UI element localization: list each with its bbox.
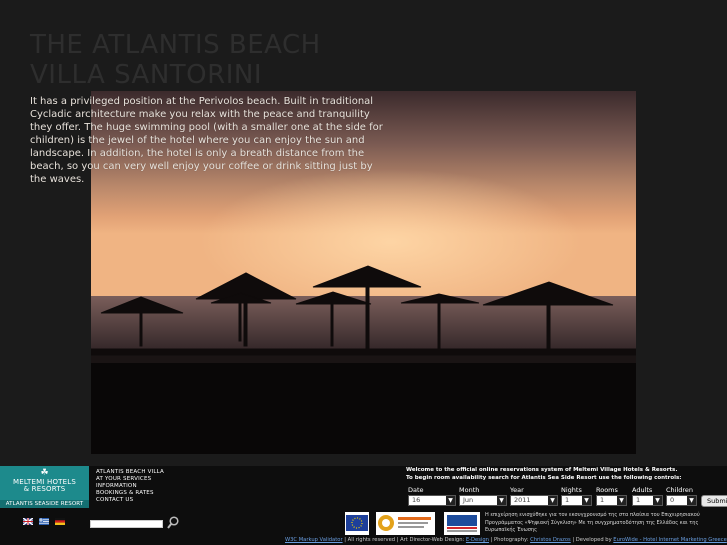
nav-item-information[interactable]: INFORMATION	[96, 483, 164, 490]
chevron-down-icon: ▼	[617, 496, 626, 505]
nav-item-contact-us[interactable]: CONTACT US	[96, 497, 164, 504]
w3c-validator-link[interactable]: W3C Markup Validator	[285, 537, 343, 543]
german-flag-icon[interactable]	[55, 518, 65, 525]
adults-select[interactable]: 1 ▼	[632, 495, 663, 506]
espa-logo-icon	[444, 512, 480, 535]
year-select[interactable]: 2011 ▼	[510, 495, 558, 506]
logo-strip: ATLANTIS SEASIDE RESORT	[0, 500, 89, 508]
photographer-link[interactable]: Christos Drazos	[530, 537, 571, 543]
year-select-value: 2011	[514, 496, 531, 504]
chevron-down-icon: ▼	[446, 496, 455, 505]
adults-select-value: 1	[636, 496, 641, 504]
intro-paragraph: It has a privileged position at the Peri…	[30, 96, 383, 185]
booking-welcome: Welcome to the official online reservati…	[406, 467, 678, 473]
developer-label: | Developed by	[570, 537, 614, 543]
rights-text: | All rights reserved | Art Director-Web…	[342, 537, 466, 543]
booking-instructions: To begin room availability search for At…	[406, 474, 682, 481]
label-rooms: Rooms	[596, 486, 618, 494]
brand-logo[interactable]: ☘ MELTEMI HOTELS & RESORTS ATLANTIS SEAS…	[0, 466, 89, 508]
credits-bar: W3C Markup Validator | All rights reserv…	[0, 536, 727, 545]
nights-select[interactable]: 1 ▼	[561, 495, 592, 506]
developer-link[interactable]: EuroWide - Hotel Internet Marketing Gree…	[613, 537, 726, 543]
label-date: Date	[408, 486, 424, 494]
label-year: Year	[510, 486, 524, 494]
funding-notice: Η επιχείρηση ενισχύθηκε για τον εκσυγχρο…	[485, 512, 700, 533]
children-select[interactable]: 0 ▼	[666, 495, 697, 506]
label-adults: Adults	[632, 486, 653, 494]
english-flag-icon[interactable]	[23, 518, 33, 525]
chevron-down-icon: ▼	[548, 496, 557, 505]
month-select-value: Jun	[463, 496, 474, 504]
greek-flag-icon[interactable]	[39, 518, 49, 525]
month-select[interactable]: Jun ▼	[459, 495, 507, 506]
label-children: Children	[666, 486, 694, 494]
rooms-select[interactable]: 1 ▼	[596, 495, 627, 506]
submit-button[interactable]: Submit	[701, 495, 727, 507]
title-line-2: VILLA SANTORINI	[30, 60, 262, 90]
magnifier-icon[interactable]	[167, 516, 179, 529]
digital-convergence-logo-icon	[376, 512, 435, 535]
chevron-down-icon: ▼	[582, 496, 591, 505]
chevron-down-icon: ▼	[687, 496, 696, 505]
booking-intro: Welcome to the official online reservati…	[406, 467, 682, 482]
children-select-value: 0	[670, 496, 675, 504]
rooms-select-value: 1	[600, 496, 605, 504]
footer-nav: ATLANTIS BEACH VILLA AT YOUR SERVICES IN…	[96, 469, 164, 504]
chevron-down-icon: ▼	[497, 496, 506, 505]
nav-item-atlantis-beach-villa[interactable]: ATLANTIS BEACH VILLA	[96, 469, 164, 476]
photo-label: | Photography:	[488, 537, 531, 543]
chevron-down-icon: ▼	[653, 496, 662, 505]
nav-item-at-your-services[interactable]: AT YOUR SERVICES	[96, 476, 164, 483]
footer: ☘ MELTEMI HOTELS & RESORTS ATLANTIS SEAS…	[0, 466, 727, 545]
title-line-1: THE ATLANTIS BEACH	[30, 30, 321, 60]
nights-select-value: 1	[565, 496, 570, 504]
design-link[interactable]: E-Design	[466, 537, 489, 543]
date-select[interactable]: 16 ▼	[408, 495, 456, 506]
page-title: THE ATLANTIS BEACH VILLA SANTORINI	[30, 30, 321, 90]
label-nights: Nights	[561, 486, 582, 494]
logo-name-line-2: & RESORTS	[23, 485, 66, 493]
search-input[interactable]	[90, 520, 163, 528]
nav-item-bookings-rates[interactable]: BOOKINGS & RATES	[96, 490, 164, 497]
label-month: Month	[459, 486, 480, 494]
eu-flag-icon	[345, 512, 369, 535]
date-select-value: 16	[412, 496, 421, 504]
